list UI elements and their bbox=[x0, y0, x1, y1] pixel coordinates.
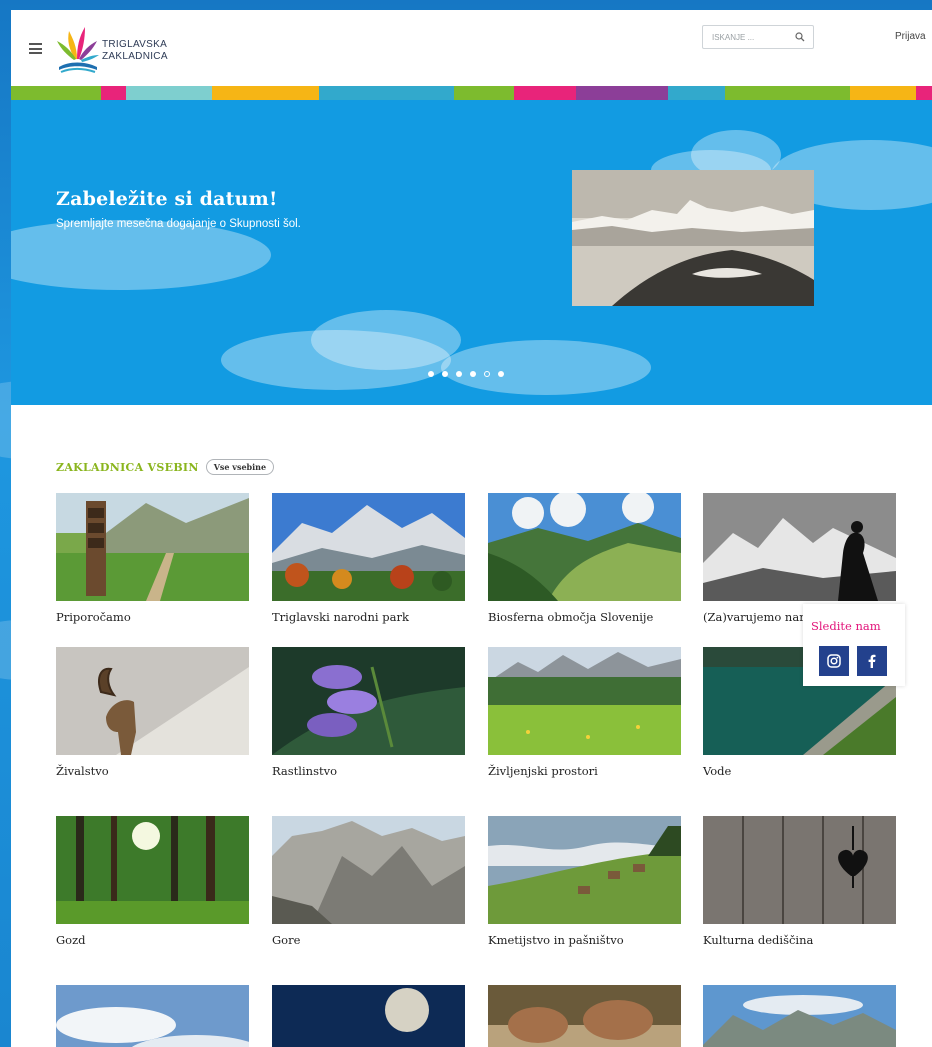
content-card[interactable] bbox=[488, 985, 681, 1047]
slider-dot[interactable] bbox=[484, 371, 490, 377]
card-label[interactable]: Kulturna dediščina bbox=[703, 933, 896, 947]
slider-dots bbox=[428, 371, 504, 377]
ibex-icon[interactable] bbox=[56, 647, 249, 755]
card-label[interactable]: Živalstvo bbox=[56, 764, 249, 778]
menu-icon[interactable] bbox=[29, 43, 42, 54]
card-label[interactable]: Biosferna območja Slovenije bbox=[488, 610, 681, 624]
instagram-icon bbox=[827, 654, 841, 668]
content-card[interactable]: Gore bbox=[272, 816, 465, 947]
content-card[interactable] bbox=[272, 985, 465, 1047]
logo-text: TRIGLAVSKA ZAKLADNICA bbox=[102, 39, 168, 62]
strip-segment bbox=[101, 86, 126, 100]
mountain-valley-icon[interactable] bbox=[703, 985, 896, 1047]
strip-segment bbox=[514, 86, 576, 100]
content-card[interactable]: Triglavski narodni park bbox=[272, 493, 465, 624]
strip-segment bbox=[576, 86, 668, 100]
hero-photo bbox=[572, 170, 814, 306]
content-card[interactable] bbox=[703, 985, 896, 1047]
card-label[interactable]: Rastlinstvo bbox=[272, 764, 465, 778]
content-card[interactable]: Kulturna dediščina bbox=[703, 816, 896, 947]
sky-clouds-icon[interactable] bbox=[56, 985, 249, 1047]
strip-segment bbox=[916, 86, 932, 100]
bellflower-icon[interactable] bbox=[272, 647, 465, 755]
card-label[interactable]: Triglavski narodni park bbox=[272, 610, 465, 624]
color-strip bbox=[11, 86, 932, 100]
strip-segment bbox=[454, 86, 514, 100]
moon-icon[interactable] bbox=[272, 985, 465, 1047]
follow-title: Sledite nam bbox=[811, 619, 881, 633]
slider-dot[interactable] bbox=[470, 371, 476, 377]
login-link[interactable]: Prijava bbox=[895, 31, 926, 42]
hero-title: Zabeležite si datum! bbox=[56, 188, 278, 210]
strip-segment bbox=[725, 86, 850, 100]
card-label[interactable]: Gozd bbox=[56, 933, 249, 947]
content-card[interactable] bbox=[56, 985, 249, 1047]
content-card[interactable]: Biosferna območja Slovenije bbox=[488, 493, 681, 624]
hero-slider: Zabeležite si datum! Spremljajte mesečna… bbox=[11, 100, 932, 405]
card-label[interactable]: Priporočamo bbox=[56, 610, 249, 624]
slider-dot[interactable] bbox=[456, 371, 462, 377]
strip-segment bbox=[212, 86, 319, 100]
follow-widget: Sledite nam bbox=[803, 604, 905, 686]
section-title: ZAKLADNICA VSEBIN bbox=[56, 460, 199, 474]
search-box[interactable] bbox=[702, 25, 814, 49]
strip-segment bbox=[11, 86, 101, 100]
facebook-icon bbox=[868, 654, 876, 668]
instagram-button[interactable] bbox=[819, 646, 849, 676]
green-valley-icon[interactable] bbox=[488, 493, 681, 601]
site-header: TRIGLAVSKA ZAKLADNICA Prijava bbox=[11, 10, 932, 86]
slider-dot[interactable] bbox=[428, 371, 434, 377]
site-logo[interactable]: TRIGLAVSKA ZAKLADNICA bbox=[55, 23, 185, 79]
section-header: ZAKLADNICA VSEBIN Vse vsebine bbox=[56, 457, 275, 477]
rock-face-icon[interactable] bbox=[272, 816, 465, 924]
all-content-button[interactable]: Vse vsebine bbox=[205, 459, 275, 475]
content-card[interactable]: Živalstvo bbox=[56, 647, 249, 778]
trail-signpost-icon[interactable] bbox=[56, 493, 249, 601]
content-card[interactable]: Rastlinstvo bbox=[272, 647, 465, 778]
content-card[interactable]: Kmetijstvo in pašništvo bbox=[488, 816, 681, 947]
card-label[interactable]: Kmetijstvo in pašništvo bbox=[488, 933, 681, 947]
slider-dot[interactable] bbox=[498, 371, 504, 377]
search-input[interactable] bbox=[712, 30, 787, 44]
forest-icon[interactable] bbox=[56, 816, 249, 924]
strip-segment bbox=[668, 86, 725, 100]
facebook-button[interactable] bbox=[857, 646, 887, 676]
logo-mark-icon bbox=[57, 27, 99, 73]
bw-mountains-silhouette-icon[interactable] bbox=[703, 493, 896, 601]
wooden-door-heart-icon[interactable] bbox=[703, 816, 896, 924]
card-label[interactable]: Vode bbox=[703, 764, 896, 778]
card-label[interactable]: Življenjski prostori bbox=[488, 764, 681, 778]
page: TRIGLAVSKA ZAKLADNICA Prijava Zabeležite… bbox=[11, 10, 932, 1047]
slider-dot[interactable] bbox=[442, 371, 448, 377]
alpine-meadow-icon[interactable] bbox=[488, 647, 681, 755]
content-card[interactable]: Življenjski prostori bbox=[488, 647, 681, 778]
hero-subtitle: Spremljajte mesečna dogajanje o Skupnost… bbox=[56, 218, 301, 230]
pasture-huts-icon[interactable] bbox=[488, 816, 681, 924]
strip-segment bbox=[319, 86, 454, 100]
card-label[interactable]: Gore bbox=[272, 933, 465, 947]
strip-segment bbox=[850, 86, 916, 100]
content-card[interactable]: Priporočamo bbox=[56, 493, 249, 624]
hands-craft-icon[interactable] bbox=[488, 985, 681, 1047]
content-card[interactable]: Gozd bbox=[56, 816, 249, 947]
mountain-autumn-icon[interactable] bbox=[272, 493, 465, 601]
strip-segment bbox=[126, 86, 212, 100]
search-icon[interactable] bbox=[795, 32, 805, 42]
